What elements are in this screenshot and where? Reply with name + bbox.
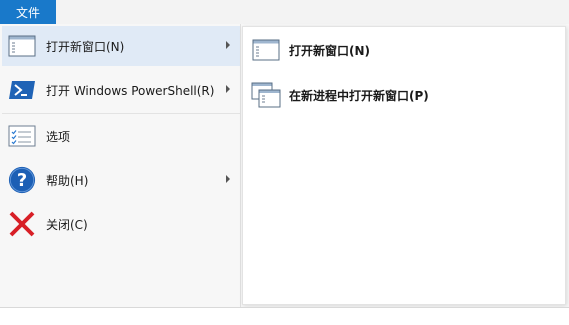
new-process-window-icon <box>251 81 281 109</box>
file-menu: 打开新窗口(N) 打开 Windows PowerShell(R) 选项 ? 帮… <box>0 24 569 307</box>
file-tab[interactable]: 文件 <box>0 0 56 24</box>
menu-item-close[interactable]: 关闭(C) <box>2 204 240 244</box>
close-icon <box>8 210 36 238</box>
menu-divider <box>240 24 241 307</box>
status-bar <box>0 307 569 325</box>
submenu-item-open-new-window[interactable]: 打开新窗口(N) <box>243 32 565 68</box>
powershell-icon <box>8 76 36 104</box>
menu-item-label: 打开新窗口(N) <box>46 39 125 54</box>
file-menu-list: 打开新窗口(N) 打开 Windows PowerShell(R) 选项 ? 帮… <box>0 24 240 307</box>
menu-item-open-new-window[interactable]: 打开新窗口(N) <box>2 26 240 66</box>
menu-item-label: 选项 <box>46 129 71 144</box>
options-icon <box>8 122 36 150</box>
submenu-item-label: 在新进程中打开新窗口(P) <box>289 88 429 103</box>
help-icon: ? <box>8 166 36 194</box>
submenu-panel: 打开新窗口(N) 在新进程中打开新窗口(P) <box>242 26 566 305</box>
ribbon-bar: 文件 <box>0 0 569 25</box>
menu-separator <box>2 113 240 114</box>
menu-item-label: 关闭(C) <box>46 217 88 232</box>
submenu-item-label: 打开新窗口(N) <box>289 43 371 58</box>
menu-item-help[interactable]: ? 帮助(H) <box>2 160 240 200</box>
new-window-icon <box>251 36 281 64</box>
menu-item-options[interactable]: 选项 <box>2 116 240 156</box>
chevron-right-icon <box>226 175 230 183</box>
menu-item-label: 帮助(H) <box>46 173 89 188</box>
menu-item-open-powershell[interactable]: 打开 Windows PowerShell(R) <box>2 70 240 110</box>
chevron-right-icon <box>226 85 230 93</box>
menu-item-label: 打开 Windows PowerShell(R) <box>46 83 215 98</box>
svg-text:?: ? <box>17 171 27 191</box>
submenu-item-open-new-process-window[interactable]: 在新进程中打开新窗口(P) <box>243 77 565 113</box>
new-window-icon <box>8 32 36 60</box>
chevron-right-icon <box>226 41 230 49</box>
